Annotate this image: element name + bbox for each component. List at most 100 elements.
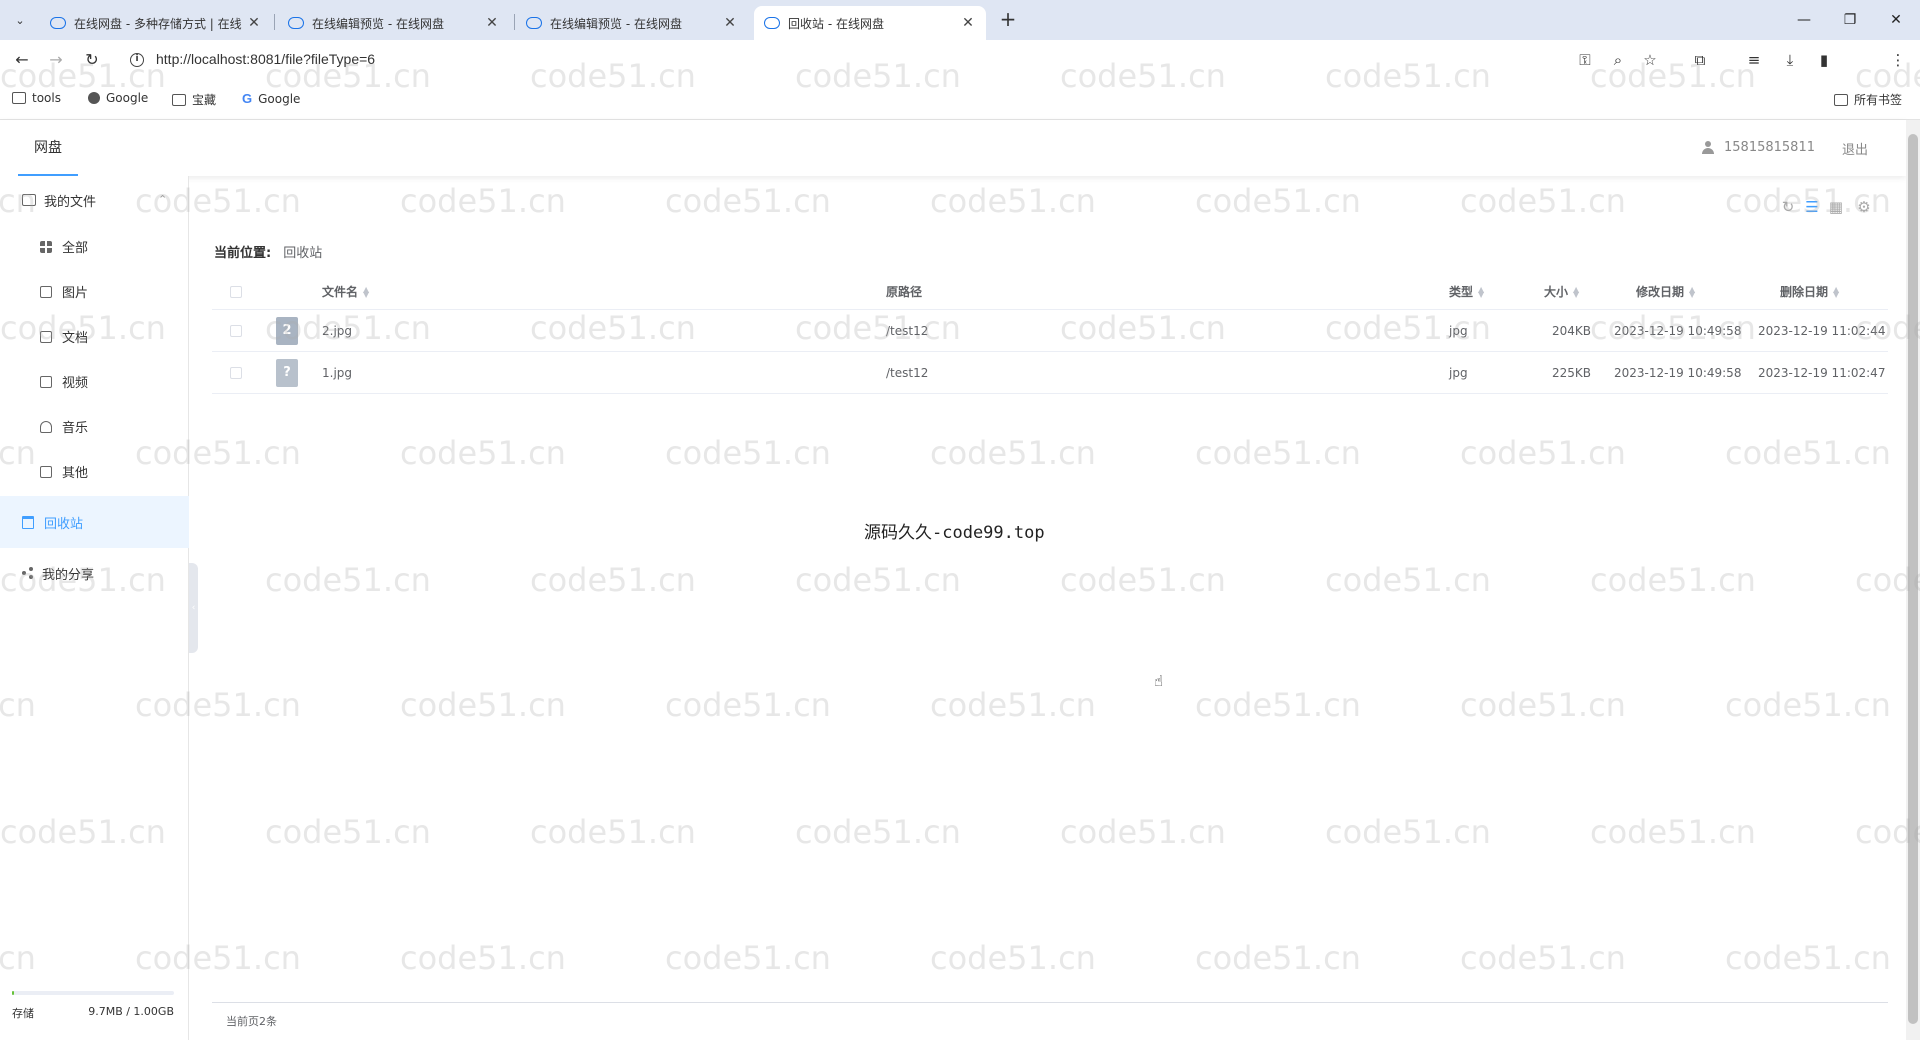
column-label: 删除日期 — [1780, 285, 1829, 299]
all-bookmarks[interactable]: 所有书签 — [1834, 91, 1902, 108]
sort-icon[interactable]: ▲ ▼ — [1833, 285, 1841, 298]
table-row[interactable]: 2 2.jpg /test12 jpg 204KB 2023-12-19 10:… — [212, 310, 1888, 352]
sort-icon[interactable]: ▲ ▼ — [1689, 285, 1697, 298]
file-size: 204KB — [1552, 323, 1592, 338]
tab-title: 在线编辑预览 - 在线网盘 — [312, 16, 444, 31]
file-name[interactable]: 2.jpg — [322, 310, 352, 351]
sidebar-my-share[interactable]: 我的分享 — [0, 549, 189, 597]
folder-icon — [1834, 93, 1848, 106]
close-icon[interactable]: ✕ — [484, 15, 500, 31]
sidebar-my-files[interactable]: 我的文件 ⌃ — [0, 176, 189, 224]
url-text: http://localhost:8081/file?fileType=6 — [156, 51, 376, 67]
extensions-icon[interactable]: ⧉ — [1688, 48, 1712, 72]
logout-link[interactable]: 退出 — [1842, 139, 1868, 158]
tab-divider — [274, 14, 275, 30]
breadcrumb: 当前位置: 回收站 — [214, 242, 322, 261]
sidebar-item-video[interactable]: 视频 — [0, 359, 189, 404]
tab-preview-1[interactable]: 在线编辑预览 - 在线网盘 ✕ — [278, 6, 510, 40]
user-info[interactable]: 15815815811 — [1702, 140, 1815, 155]
table-row[interactable]: ? 1.jpg /test12 jpg 225KB 2023-12-19 10:… — [212, 352, 1888, 394]
close-window-icon[interactable]: ✕ — [1884, 8, 1908, 32]
sidebar-item-other[interactable]: 其他 — [0, 449, 189, 494]
tab-search-icon[interactable]: ⌄ — [8, 8, 32, 32]
select-all-checkbox[interactable] — [230, 285, 242, 298]
bookmark-google-1[interactable]: Google — [88, 91, 148, 105]
row-checkbox[interactable] — [230, 366, 242, 379]
sidebar-item-label: 回收站 — [44, 516, 84, 532]
tab-title: 在线编辑预览 - 在线网盘 — [550, 16, 682, 31]
new-tab-button[interactable]: + — [996, 8, 1020, 32]
file-deleted: 2023-12-19 11:02:47 — [1758, 365, 1886, 380]
image-file-icon: 2 — [276, 316, 298, 345]
file-name[interactable]: 1.jpg — [322, 352, 352, 393]
row-checkbox[interactable] — [230, 324, 242, 337]
bookmark-google-2[interactable]: G Google — [242, 91, 300, 106]
sidebar-collapse-handle[interactable]: ‹ — [189, 563, 198, 653]
google-icon: G — [242, 91, 253, 106]
refresh-icon[interactable]: ↻ — [1778, 198, 1798, 218]
sidebar-item-music[interactable]: 音乐 — [0, 404, 189, 449]
list-view-icon[interactable]: ☰ — [1802, 198, 1822, 218]
forward-icon[interactable]: → — [44, 48, 68, 72]
bookmark-treasure[interactable]: 宝藏 — [172, 91, 216, 108]
browser-tab-bar: ⌄ 在线网盘 - 多种存储方式 | 在线 ✕ 在线编辑预览 - 在线网盘 ✕ 在… — [0, 0, 1920, 40]
column-path: 原路径 — [886, 274, 922, 309]
column-type[interactable]: 类型 ▲ ▼ — [1449, 274, 1486, 309]
sidebar-item-label: 其他 — [62, 466, 89, 481]
file-deleted: 2023-12-19 11:02:44 — [1758, 323, 1886, 338]
settings-icon[interactable]: ⚙ — [1854, 198, 1874, 218]
minimize-icon[interactable]: — — [1792, 8, 1816, 32]
grid-view-icon[interactable]: ▦ — [1826, 198, 1846, 218]
tab-preview-2[interactable]: 在线编辑预览 - 在线网盘 ✕ — [516, 6, 748, 40]
star-icon[interactable]: ☆ — [1638, 48, 1662, 72]
more-icon[interactable]: ⋮ — [1886, 48, 1910, 72]
sidebar-item-recycle[interactable]: 回收站 — [0, 496, 189, 548]
sidepanel-icon[interactable]: ▮ — [1812, 48, 1836, 72]
breadcrumb-label: 当前位置: — [214, 246, 272, 261]
breadcrumb-item[interactable]: 回收站 — [283, 242, 322, 261]
sidebar-item-label: 全部 — [62, 241, 89, 256]
sidebar-item-images[interactable]: 图片 — [0, 269, 189, 314]
sidebar-item-all[interactable]: 全部 — [0, 224, 189, 269]
back-icon[interactable]: ← — [10, 48, 34, 72]
file-path: /test12 — [886, 365, 929, 380]
column-label: 文件名 — [322, 285, 359, 299]
nav-disk[interactable]: 网盘 — [18, 120, 78, 176]
column-label: 类型 — [1449, 285, 1474, 299]
column-modified[interactable]: 修改日期 ▲ ▼ — [1636, 274, 1697, 309]
download-icon[interactable]: ⤓ — [1778, 48, 1802, 72]
column-size[interactable]: 大小 ▲ ▼ — [1544, 274, 1581, 309]
close-icon[interactable]: ✕ — [246, 15, 262, 31]
reload-icon[interactable]: ↻ — [80, 48, 104, 72]
storage-fill — [12, 991, 14, 995]
url-field[interactable]: i http://localhost:8081/file?fileType=6 — [122, 45, 1586, 75]
sidebar-item-documents[interactable]: 文档 — [0, 314, 189, 359]
close-icon[interactable]: ✕ — [960, 15, 976, 31]
key-icon[interactable]: ⚿ — [1573, 48, 1597, 72]
column-name[interactable]: 文件名 ▲ ▼ — [322, 274, 371, 309]
sort-icon[interactable]: ▲ ▼ — [1573, 285, 1581, 298]
file-modified: 2023-12-19 10:49:58 — [1614, 365, 1742, 380]
unknown-file-icon: ? — [276, 358, 298, 387]
storage-bar — [12, 991, 174, 995]
image-icon — [40, 285, 52, 298]
tab-recycle[interactable]: 回收站 - 在线网盘 ✕ — [754, 6, 986, 40]
sort-icon[interactable]: ▲ ▼ — [363, 285, 371, 298]
restore-icon[interactable]: ❐ — [1838, 8, 1862, 32]
sort-icon[interactable]: ▲ ▼ — [1478, 285, 1486, 298]
bookmark-tools[interactable]: tools — [12, 91, 61, 105]
file-size: 225KB — [1552, 365, 1592, 380]
cloud-icon — [288, 17, 304, 29]
tab-title: 回收站 - 在线网盘 — [788, 16, 884, 31]
close-icon[interactable]: ✕ — [722, 15, 738, 31]
file-path: /test12 — [886, 323, 929, 338]
scrollbar-thumb[interactable] — [1908, 134, 1918, 1024]
tab-home[interactable]: 在线网盘 - 多种存储方式 | 在线 ✕ — [40, 6, 272, 40]
media-icon[interactable]: ≡ — [1742, 48, 1766, 72]
scrollbar[interactable] — [1906, 120, 1920, 1040]
bookmarks-bar: tools Google 宝藏 G Google 所有书签 — [0, 80, 1920, 120]
zoom-icon[interactable]: ⌕ — [1606, 48, 1630, 72]
info-icon[interactable]: i — [130, 53, 144, 67]
column-deleted[interactable]: 删除日期 ▲ ▼ — [1780, 274, 1841, 309]
globe-icon — [88, 92, 100, 104]
